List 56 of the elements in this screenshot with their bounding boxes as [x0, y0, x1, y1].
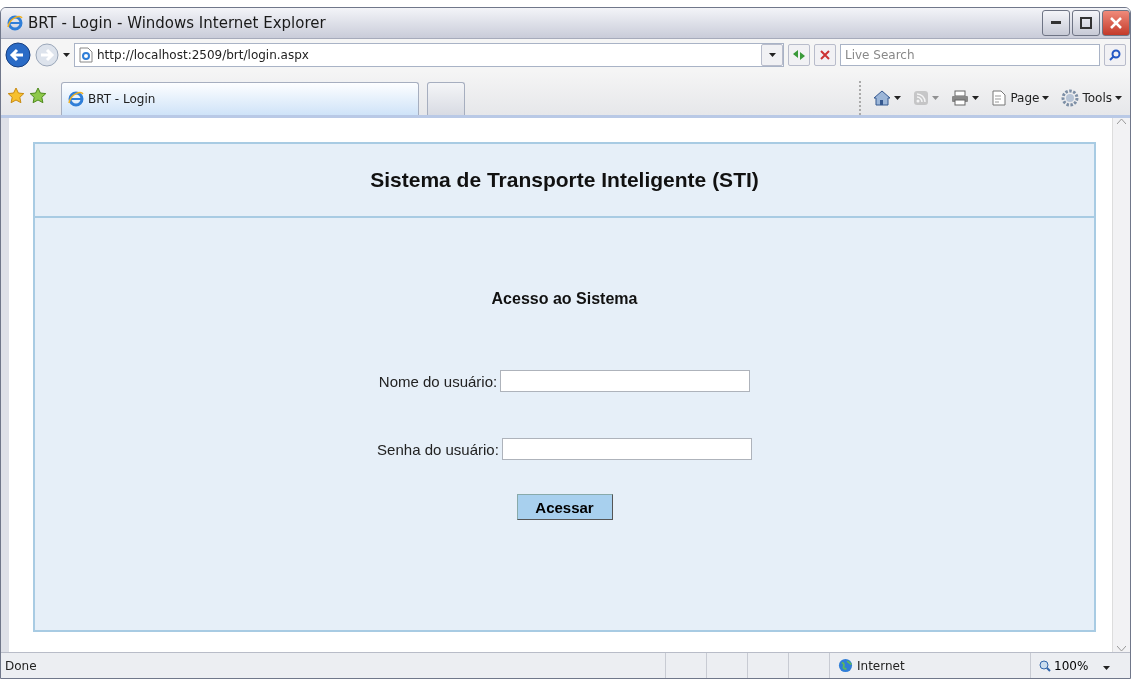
input-field[interactable]	[500, 370, 751, 392]
zoom-button[interactable]: 100%	[1030, 653, 1130, 678]
favorites-star-icon[interactable]	[7, 87, 25, 105]
caret-icon	[63, 53, 70, 57]
login-button[interactable]: Acessar	[516, 494, 613, 520]
stop-button[interactable]	[814, 44, 836, 66]
stop-icon	[820, 50, 830, 60]
window-title: BRT - Login - Windows Internet Explorer	[28, 14, 327, 32]
caret-icon	[894, 96, 902, 100]
page-heading: Sistema de Transporte Inteligente (STI)	[370, 168, 759, 192]
home-button[interactable]	[871, 88, 904, 108]
browser-tab[interactable]: BRT - Login	[61, 82, 419, 115]
field-label: Senha do usuário:	[377, 440, 499, 458]
minimize-button[interactable]	[1042, 10, 1070, 36]
maximize-button[interactable]	[1072, 10, 1100, 36]
page-icon	[79, 47, 93, 63]
scroll-up-icon[interactable]	[1117, 118, 1126, 124]
back-button[interactable]	[5, 42, 31, 68]
printer-icon	[951, 90, 970, 106]
new-tab-button[interactable]	[427, 82, 465, 115]
caret-icon	[1103, 665, 1111, 670]
search-field[interactable]: Live Search	[840, 44, 1100, 66]
caret-icon	[932, 96, 940, 100]
caret-icon	[972, 96, 980, 100]
page-button[interactable]: Page	[989, 88, 1052, 108]
gear-icon	[1061, 89, 1080, 107]
page-icon	[991, 90, 1008, 106]
refresh-icon	[792, 49, 806, 61]
browser-logo-icon	[7, 15, 23, 31]
feed-icon	[913, 90, 930, 106]
search-button[interactable]	[1104, 44, 1126, 66]
tools-button[interactable]: Tools	[1059, 87, 1124, 109]
refresh-button[interactable]	[788, 44, 810, 66]
maximize-icon	[1080, 17, 1092, 29]
browser-logo-icon	[68, 91, 84, 107]
caret-icon	[1042, 96, 1050, 100]
minimize-icon	[1051, 21, 1061, 25]
security-zone: Internet	[857, 658, 905, 673]
close-icon	[1110, 17, 1122, 29]
input-field[interactable]	[501, 438, 752, 460]
add-favorite-icon[interactable]	[29, 87, 47, 105]
field-label: Nome do usuário:	[378, 372, 498, 390]
close-button[interactable]	[1102, 10, 1130, 36]
address-bar[interactable]: http://localhost:2509/brt/login.aspx	[74, 43, 784, 67]
scroll-down-icon[interactable]	[1117, 646, 1126, 652]
search-icon	[1109, 49, 1121, 61]
magnifier-icon	[1039, 659, 1051, 672]
form-title: Acesso ao Sistema	[490, 290, 639, 308]
house-icon	[873, 90, 892, 106]
caret-icon	[768, 53, 776, 57]
print-button[interactable]	[949, 88, 982, 108]
scrollbar[interactable]	[1112, 118, 1130, 652]
globe-icon	[838, 658, 853, 673]
status-text: Done	[4, 658, 38, 673]
caret-icon	[1115, 96, 1122, 100]
dropdown-button[interactable]	[761, 44, 783, 66]
